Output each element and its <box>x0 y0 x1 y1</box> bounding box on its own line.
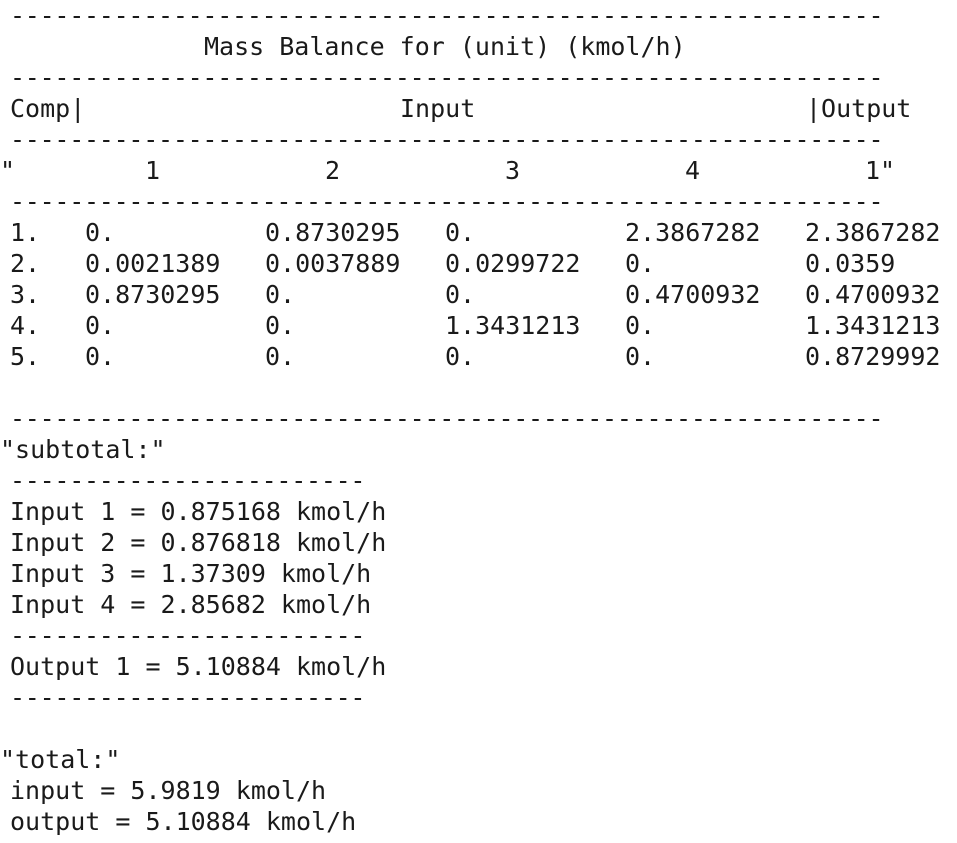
cell-input-4: 2.3867282 <box>625 218 761 247</box>
cell-input-1: 0.0021389 <box>85 249 221 278</box>
table-row: 3. 0.8730295 0. 0. 0.4700932 0.4700932 <box>0 279 957 310</box>
separator-rule: ----------------------------------------… <box>10 1 884 30</box>
cell-comp: 3. <box>10 280 41 309</box>
cell-input-2: 0. <box>265 342 296 371</box>
separator-rule-short: ------------------------ <box>10 621 366 650</box>
stream-input-4: 4 <box>685 156 701 185</box>
header-output: |Output <box>806 94 912 123</box>
cell-input-2: 0. <box>265 280 296 309</box>
cell-input-2: 0.8730295 <box>265 218 401 247</box>
table-title: Mass Balance for (unit) (kmol/h) <box>204 32 686 61</box>
cell-output-1: 0.8729992 <box>805 342 941 371</box>
terminal-output: ------------------------ ----------------… <box>0 0 957 843</box>
cell-output-1: 0.4700932 <box>805 280 941 309</box>
table-row: 5. 0. 0. 0. 0. 0.8729992 <box>0 341 957 372</box>
cell-comp: 4. <box>10 311 41 340</box>
stream-output-1: 1" <box>865 156 896 185</box>
cell-input-1: 0. <box>85 311 116 340</box>
total-output-line: output = 5.10884 kmol/h <box>10 807 357 836</box>
stream-input-2: 2 <box>325 156 341 185</box>
cell-input-3: 0. <box>445 342 476 371</box>
stream-input-1: 1 <box>145 156 161 185</box>
cell-output-1: 2.3867282 <box>805 218 941 247</box>
subtotal-output-line: Output 1 = 5.10884 kmol/h <box>10 652 387 681</box>
total-label: "total:" <box>0 745 121 774</box>
header-input: Input <box>400 94 476 123</box>
table-row: 1. 0. 0.8730295 0. 2.3867282 2.3867282 <box>0 217 957 248</box>
cell-input-4: 0. <box>625 311 656 340</box>
subtotal-input-line: Input 2 = 0.876818 kmol/h <box>10 528 387 557</box>
header-line: Comp| Input |Output <box>0 93 957 124</box>
cell-comp: 5. <box>10 342 41 371</box>
table-row: 4. 0. 0. 1.3431213 0. 1.3431213 <box>0 310 957 341</box>
separator-rule: ----------------------------------------… <box>10 63 884 92</box>
stream-input-3: 3 <box>505 156 521 185</box>
header-comp: Comp| <box>10 94 86 123</box>
cell-input-3: 0.0299722 <box>445 249 581 278</box>
cell-input-3: 1.3431213 <box>445 311 581 340</box>
open-quote: " <box>0 156 16 185</box>
title-line: Mass Balance for (unit) (kmol/h) <box>0 31 957 62</box>
cell-input-4: 0. <box>625 249 656 278</box>
subtotal-input-line: Input 3 = 1.37309 kmol/h <box>10 559 372 588</box>
total-input-line: input = 5.9819 kmol/h <box>10 776 327 805</box>
separator-rule: ----------------------------------------… <box>10 404 884 433</box>
cell-input-1: 0. <box>85 218 116 247</box>
subtotal-label: "subtotal:" <box>0 435 166 464</box>
cell-input-1: 0. <box>85 342 116 371</box>
cell-comp: 1. <box>10 218 41 247</box>
cell-input-2: 0. <box>265 311 296 340</box>
cell-output-1: 0.0359 <box>805 249 896 278</box>
separator-rule-short: ------------------------ <box>10 683 366 712</box>
stream-number-line: " 1 2 3 4 1" <box>0 155 957 186</box>
cell-comp: 2. <box>10 249 41 278</box>
subtotal-input-line: Input 1 = 0.875168 kmol/h <box>10 497 387 526</box>
separator-rule: ----------------------------------------… <box>10 187 884 216</box>
cell-input-4: 0.4700932 <box>625 280 761 309</box>
separator-rule-short: ------------------------ <box>10 466 366 495</box>
cell-input-4: 0. <box>625 342 656 371</box>
cell-input-1: 0.8730295 <box>85 280 221 309</box>
cell-input-3: 0. <box>445 218 476 247</box>
subtotal-input-line: Input 4 = 2.85682 kmol/h <box>10 590 372 619</box>
separator-rule: ----------------------------------------… <box>10 125 884 154</box>
cell-input-2: 0.0037889 <box>265 249 401 278</box>
cell-output-1: 1.3431213 <box>805 311 941 340</box>
table-row: 2. 0.0021389 0.0037889 0.0299722 0. 0.03… <box>0 248 957 279</box>
cell-input-3: 0. <box>445 280 476 309</box>
